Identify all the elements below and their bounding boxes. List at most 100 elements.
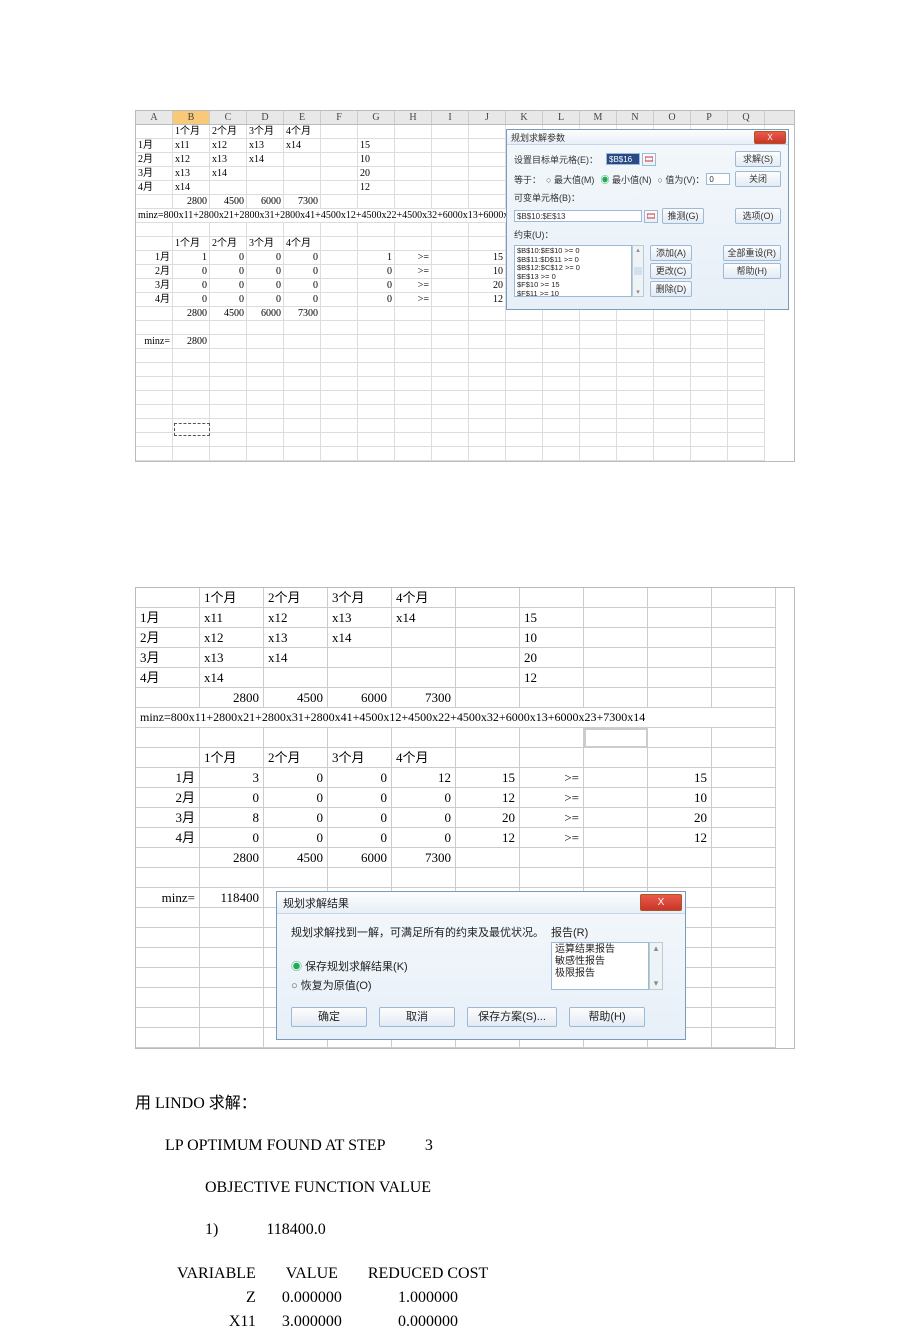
spreadsheet-cell[interactable]: >= bbox=[520, 768, 584, 788]
spreadsheet-cell[interactable] bbox=[321, 405, 358, 419]
spreadsheet-cell[interactable]: 1月 bbox=[136, 608, 200, 628]
spreadsheet-cell[interactable]: 1个月 bbox=[200, 748, 264, 768]
guess-button[interactable]: 推测(G) bbox=[662, 208, 704, 224]
report-item[interactable]: 极限报告 bbox=[555, 968, 645, 980]
spreadsheet-cell[interactable] bbox=[432, 167, 469, 181]
spreadsheet-cell[interactable] bbox=[210, 223, 247, 237]
spreadsheet-cell[interactable] bbox=[321, 139, 358, 153]
spreadsheet-cell[interactable]: 3月 bbox=[136, 167, 173, 181]
spreadsheet-cell[interactable] bbox=[691, 433, 728, 447]
spreadsheet-cell[interactable]: 3个月 bbox=[328, 748, 392, 768]
spreadsheet-cell[interactable]: x12 bbox=[200, 628, 264, 648]
spreadsheet-cell[interactable]: 4月 bbox=[136, 293, 173, 307]
spreadsheet-cell[interactable]: 0 bbox=[173, 265, 210, 279]
spreadsheet-cell[interactable] bbox=[691, 335, 728, 349]
spreadsheet-cell[interactable]: 0 bbox=[210, 265, 247, 279]
spreadsheet-cell[interactable] bbox=[136, 728, 200, 748]
spreadsheet-cell[interactable] bbox=[654, 335, 691, 349]
spreadsheet-cell[interactable]: 3 bbox=[200, 768, 264, 788]
spreadsheet-cell[interactable] bbox=[456, 668, 520, 688]
reset-all-button[interactable]: 全部重设(R) bbox=[723, 245, 782, 261]
spreadsheet-cell[interactable] bbox=[358, 195, 395, 209]
spreadsheet-cell[interactable] bbox=[136, 195, 173, 209]
spreadsheet-cell[interactable] bbox=[210, 363, 247, 377]
spreadsheet-cell[interactable] bbox=[580, 363, 617, 377]
spreadsheet-cell[interactable] bbox=[617, 419, 654, 433]
spreadsheet-cell[interactable] bbox=[712, 988, 776, 1008]
spreadsheet-cell[interactable]: 2800 bbox=[173, 195, 210, 209]
spreadsheet-cell[interactable] bbox=[543, 419, 580, 433]
spreadsheet-cell[interactable]: 3月 bbox=[136, 808, 200, 828]
add-constraint-button[interactable]: 添加(A) bbox=[650, 245, 692, 261]
spreadsheet-cell[interactable] bbox=[392, 648, 456, 668]
spreadsheet-cell[interactable] bbox=[136, 377, 173, 391]
spreadsheet-cell[interactable] bbox=[543, 391, 580, 405]
spreadsheet-cell[interactable] bbox=[432, 321, 469, 335]
spreadsheet-cell[interactable] bbox=[173, 321, 210, 335]
spreadsheet-cell[interactable]: 4500 bbox=[264, 688, 328, 708]
spreadsheet-cell[interactable]: x14 bbox=[328, 628, 392, 648]
spreadsheet-cell[interactable] bbox=[395, 433, 432, 447]
spreadsheet-cell[interactable] bbox=[200, 868, 264, 888]
spreadsheet-cell[interactable] bbox=[728, 447, 765, 461]
spreadsheet-cell[interactable] bbox=[200, 988, 264, 1008]
spreadsheet-cell[interactable] bbox=[395, 321, 432, 335]
spreadsheet-cell[interactable]: 1个月 bbox=[200, 588, 264, 608]
spreadsheet-cell[interactable] bbox=[456, 648, 520, 668]
spreadsheet-cell[interactable] bbox=[584, 648, 648, 668]
spreadsheet-cell[interactable] bbox=[210, 419, 247, 433]
spreadsheet-cell[interactable]: 7300 bbox=[392, 848, 456, 868]
spreadsheet-cell[interactable]: 10 bbox=[469, 265, 506, 279]
spreadsheet-cell[interactable] bbox=[728, 335, 765, 349]
spreadsheet-cell[interactable]: 7300 bbox=[284, 307, 321, 321]
spreadsheet-cell[interactable] bbox=[654, 321, 691, 335]
spreadsheet-cell[interactable] bbox=[712, 788, 776, 808]
help-button[interactable]: 帮助(H) bbox=[569, 1007, 645, 1027]
spreadsheet-cell[interactable]: 0 bbox=[328, 828, 392, 848]
ok-button[interactable]: 确定 bbox=[291, 1007, 367, 1027]
spreadsheet-cell[interactable]: 0 bbox=[328, 808, 392, 828]
spreadsheet-cell[interactable] bbox=[284, 321, 321, 335]
spreadsheet-cell[interactable] bbox=[654, 433, 691, 447]
spreadsheet-cell[interactable] bbox=[358, 419, 395, 433]
spreadsheet-cell[interactable] bbox=[728, 391, 765, 405]
spreadsheet-cell[interactable]: 8 bbox=[200, 808, 264, 828]
spreadsheet-cell[interactable]: 2月 bbox=[136, 788, 200, 808]
spreadsheet-cell[interactable] bbox=[543, 447, 580, 461]
spreadsheet-cell[interactable] bbox=[506, 419, 543, 433]
spreadsheet-cell[interactable] bbox=[469, 349, 506, 363]
spreadsheet-cell[interactable] bbox=[432, 433, 469, 447]
ref-picker-icon[interactable] bbox=[644, 210, 658, 223]
spreadsheet-cell[interactable] bbox=[712, 648, 776, 668]
spreadsheet-cell[interactable] bbox=[432, 293, 469, 307]
spreadsheet-cell[interactable] bbox=[328, 868, 392, 888]
spreadsheet-cell[interactable] bbox=[584, 868, 648, 888]
spreadsheet-cell[interactable] bbox=[506, 447, 543, 461]
spreadsheet-cell[interactable] bbox=[395, 335, 432, 349]
spreadsheet-cell[interactable] bbox=[432, 363, 469, 377]
spreadsheet-cell[interactable] bbox=[712, 948, 776, 968]
spreadsheet-cell[interactable]: >= bbox=[395, 265, 432, 279]
column-header[interactable]: B bbox=[173, 111, 210, 124]
spreadsheet-cell[interactable] bbox=[691, 447, 728, 461]
spreadsheet-cell[interactable] bbox=[654, 377, 691, 391]
spreadsheet-cell[interactable] bbox=[469, 433, 506, 447]
spreadsheet-cell[interactable] bbox=[173, 349, 210, 363]
save-scenario-button[interactable]: 保存方案(S)... bbox=[467, 1007, 557, 1027]
spreadsheet-cell[interactable] bbox=[520, 688, 584, 708]
spreadsheet-cell[interactable] bbox=[395, 447, 432, 461]
spreadsheet-cell[interactable] bbox=[712, 1008, 776, 1028]
spreadsheet-cell[interactable] bbox=[580, 335, 617, 349]
spreadsheet-cell[interactable] bbox=[173, 447, 210, 461]
spreadsheet-cell[interactable] bbox=[321, 251, 358, 265]
spreadsheet-cell[interactable] bbox=[654, 447, 691, 461]
spreadsheet-cell[interactable]: 2800 bbox=[173, 307, 210, 321]
spreadsheet-cell[interactable] bbox=[395, 307, 432, 321]
spreadsheet-cell[interactable]: 0 bbox=[173, 279, 210, 293]
spreadsheet-cell[interactable]: 20 bbox=[358, 167, 395, 181]
spreadsheet-cell[interactable] bbox=[432, 419, 469, 433]
spreadsheet-cell[interactable]: 12 bbox=[469, 293, 506, 307]
spreadsheet-cell[interactable] bbox=[247, 167, 284, 181]
spreadsheet-cell[interactable]: 0 bbox=[264, 768, 328, 788]
spreadsheet-cell[interactable]: 0 bbox=[284, 279, 321, 293]
